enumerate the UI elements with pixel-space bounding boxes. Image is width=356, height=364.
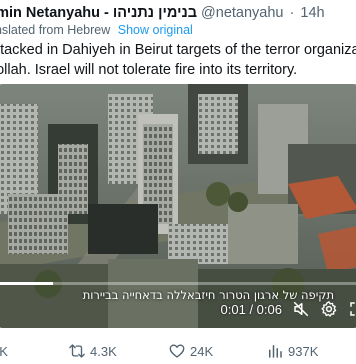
like-button[interactable]: 24K — [168, 342, 213, 360]
video-progress-fill — [0, 282, 53, 285]
video-player[interactable]: תקיפה של ארגון הטרור חיזבאללה בדאחייה בב… — [0, 84, 356, 328]
views-count: 937K — [288, 343, 319, 359]
tweet-text: attacked in Dahiyeh in Beirut targets of… — [0, 40, 356, 80]
tweet-text-line: bollah. Israel will not tolerate fire in… — [0, 62, 298, 78]
heart-icon — [169, 344, 185, 358]
reply-count: 9K — [0, 343, 8, 359]
tweet-text-line: attacked in Dahiyeh in Beirut targets of… — [0, 42, 356, 58]
separator-dot: · — [289, 5, 295, 21]
reply-button[interactable]: 9K — [0, 342, 8, 360]
show-original-link[interactable]: Show original — [118, 23, 193, 37]
translated-label: anslated from Hebrew — [0, 23, 111, 37]
settings-gear-icon[interactable] — [320, 300, 338, 318]
fullscreen-icon[interactable] — [348, 300, 356, 318]
repost-icon — [69, 344, 85, 358]
video-progress-bar[interactable] — [0, 282, 356, 285]
views-chart-icon — [269, 345, 282, 358]
views-button[interactable]: 937K — [266, 342, 318, 360]
video-time: 0:01 / 0:06 — [220, 301, 282, 317]
tweet-time[interactable]: 14h — [300, 5, 324, 21]
video-controls: 0:01 / 0:06 — [221, 300, 356, 318]
like-count: 24K — [190, 343, 214, 359]
mute-icon[interactable] — [292, 300, 310, 318]
author-handle[interactable]: @netanyahu — [201, 5, 283, 21]
tweet-header: amin Netanyahu - בנימין נתניהו @netanyah… — [0, 4, 325, 22]
translated-row: anslated from Hebrew Show original — [0, 23, 193, 37]
author-name[interactable]: amin Netanyahu - בנימין נתניהו — [0, 5, 197, 21]
repost-button[interactable]: 4.3K — [68, 342, 117, 360]
tweet-actions: 9K 4.3K 24K 937K — [0, 334, 356, 364]
repost-count: 4.3K — [90, 343, 117, 359]
tweet: amin Netanyahu - בנימין נתניהו @netanyah… — [0, 0, 356, 364]
